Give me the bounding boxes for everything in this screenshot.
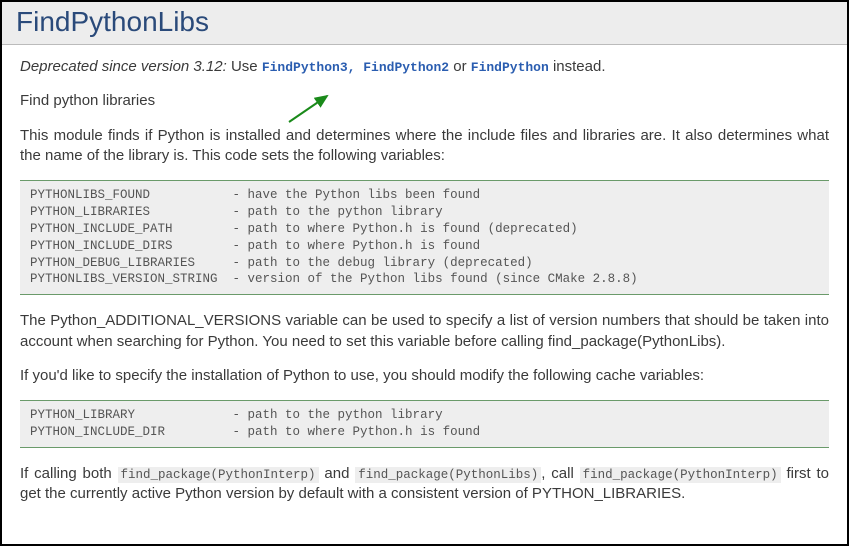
variables-block-2: PYTHON_LIBRARY - path to the python libr… (20, 400, 829, 448)
document-frame: FindPythonLibs Deprecated since version … (0, 0, 849, 546)
variables-block-1: PYTHONLIBS_FOUND - have the Python libs … (20, 180, 829, 295)
description-2: The Python_ADDITIONAL_VERSIONS variable … (20, 311, 829, 352)
final-t2: and (319, 465, 356, 482)
deprecated-notice: Deprecated since version 3.12: Use FindP… (20, 57, 829, 77)
final-paragraph: If calling both find_package(PythonInter… (20, 464, 829, 505)
final-t1: If calling both (20, 465, 118, 482)
inline-code-1: find_package(PythonInterp) (118, 467, 319, 483)
link-findpython2[interactable]: FindPython2 (363, 60, 449, 75)
final-t3: , call (541, 465, 579, 482)
link-sep: , (348, 60, 364, 75)
page-header: FindPythonLibs (2, 2, 847, 45)
deprecated-prefix: Use (231, 58, 262, 75)
link-findpython3[interactable]: FindPython3 (262, 60, 348, 75)
inline-code-2: find_package(PythonLibs) (355, 467, 541, 483)
deprecated-suffix: instead. (549, 58, 606, 75)
page-content: Deprecated since version 3.12: Use FindP… (2, 45, 847, 530)
page-title: FindPythonLibs (16, 6, 833, 38)
link-findpython[interactable]: FindPython (471, 60, 549, 75)
description-3: If you'd like to specify the installatio… (20, 366, 829, 386)
intro-text: Find python libraries (20, 91, 829, 111)
deprecated-label: Deprecated since version 3.12: (20, 58, 227, 75)
inline-code-3: find_package(PythonInterp) (580, 467, 781, 483)
deprecated-mid: or (449, 58, 471, 75)
description-1: This module finds if Python is installed… (20, 126, 829, 167)
